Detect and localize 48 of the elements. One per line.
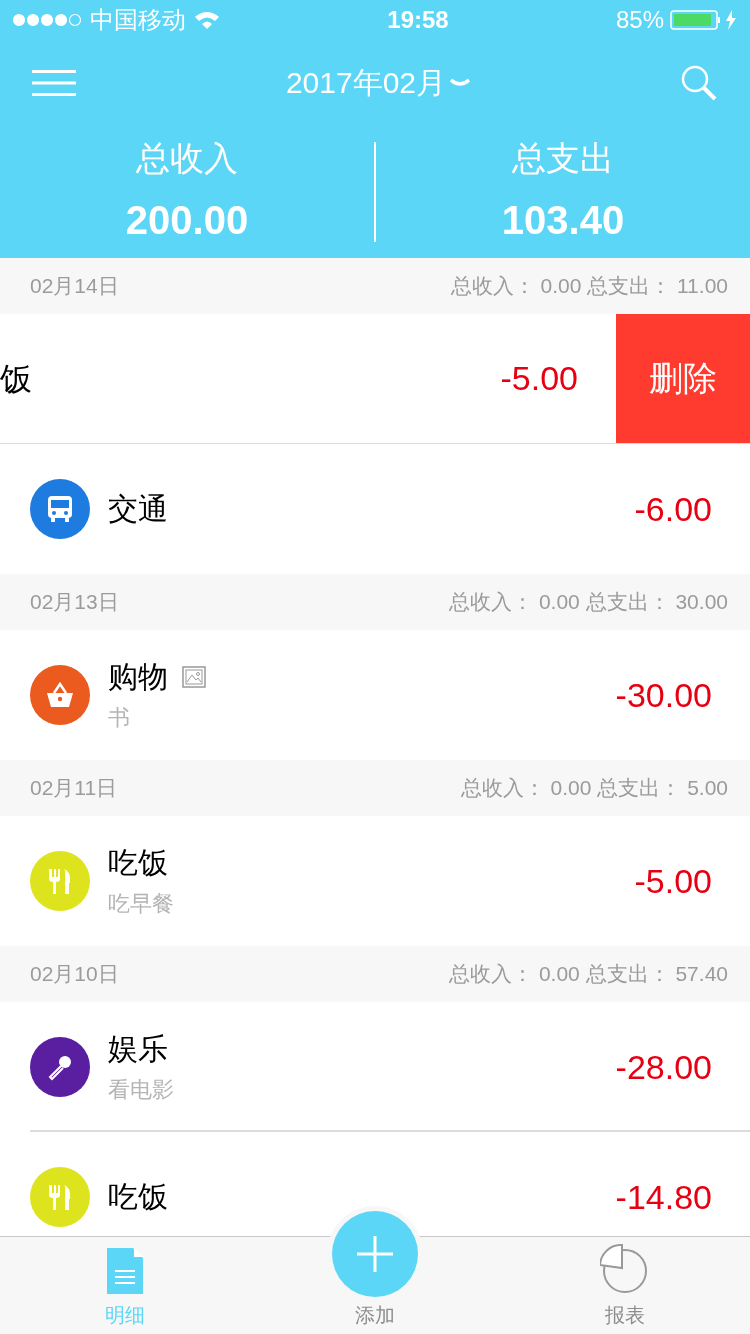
wifi-icon [194,10,220,30]
total-label: 总收入 [136,138,238,179]
pie-chart-icon [600,1244,650,1294]
basket-icon [45,681,75,709]
document-icon [107,1248,143,1294]
carrier-name: 中国移动 [90,5,186,35]
day-date: 02月14日 [30,273,119,300]
entry-title: 购物 [108,658,168,695]
battery-percentage: 85% [615,5,664,35]
battery-charging-icon [670,9,738,31]
day-summary: 总收入： 0.00 总支出： 11.00 [450,273,728,300]
entry-note: 吃早餐 [108,889,175,918]
entry-title: 吃饭 [108,1179,168,1215]
total-value: 103.40 [501,197,625,244]
signal-icon [12,13,82,27]
fork-knife-icon [47,1183,73,1211]
day-date: 02月11日 [30,775,118,802]
delete-button[interactable]: 删除 [616,314,750,443]
day-summary: 总收入： 0.00 总支出： 30.00 [449,589,728,616]
entry-amount: -14.80 [615,1176,712,1218]
add-tab[interactable]: 添加 [250,1201,500,1334]
total-value: 200.00 [125,197,249,244]
entry-amount: -30.00 [615,674,712,716]
entry-amount: -5.00 [500,358,578,399]
search-icon[interactable] [680,63,718,102]
entry-amount: -6.00 [634,488,712,530]
tab-item[interactable]: 报表 [500,1237,750,1334]
entry-note: 看电影 [108,1075,175,1104]
day-date: 02月10日 [30,961,119,988]
bus-icon [47,495,73,523]
plus-icon [332,1211,418,1297]
day-date: 02月13日 [30,589,119,616]
entry-amount: -5.00 [634,860,712,902]
day-summary: 总收入： 0.00 总支出： 5.00 [460,775,728,802]
entry-title: 饭 [0,359,32,399]
entry-title: 交通 [108,491,168,527]
entry-amount: -28.00 [615,1046,712,1088]
total-label: 总支出 [512,138,614,179]
entry-note: 书 [108,703,131,732]
fork-knife-icon [47,867,73,895]
month-selector[interactable]: 2017年02月 [285,60,471,105]
chevron-down-icon [450,77,471,88]
clock-time: 19:58 [387,5,449,35]
entry-title: 吃饭 [108,844,168,881]
entry-title: 娱乐 [108,1030,168,1067]
menu-icon[interactable] [32,68,76,97]
day-summary: 总收入： 0.00 总支出： 57.40 [449,961,728,988]
microphone-icon [46,1053,74,1081]
